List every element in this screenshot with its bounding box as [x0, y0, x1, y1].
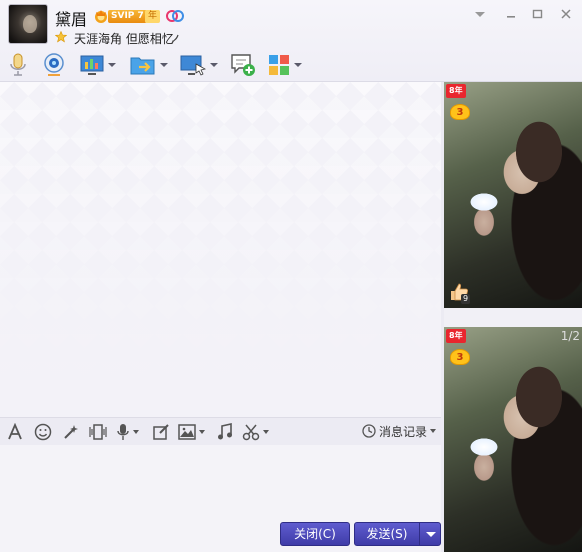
year-tag: 8年 — [446, 329, 466, 343]
apps-icon — [269, 55, 289, 75]
star-icon — [55, 31, 67, 43]
webcam-icon — [44, 53, 64, 76]
signature-edit-icon[interactable] — [170, 33, 180, 45]
emoji-button[interactable] — [34, 422, 52, 442]
panel-divider — [444, 308, 582, 327]
close-icon[interactable] — [558, 6, 574, 22]
file-transfer-icon — [130, 57, 155, 75]
chevron-down-icon — [430, 429, 437, 433]
send-button[interactable]: 发送(S) — [354, 522, 420, 546]
profile-photo[interactable]: 8年 3 1/2 — [444, 327, 582, 552]
video-call-button[interactable] — [42, 52, 66, 78]
screenshot-button[interactable] — [242, 422, 269, 442]
close-button[interactable]: 关闭(C) — [280, 522, 350, 546]
image-icon — [178, 424, 196, 440]
font-icon — [8, 423, 22, 440]
profile-photo[interactable]: 8年 3 9 — [444, 82, 582, 308]
window-shake-button[interactable] — [88, 422, 108, 442]
svip-badge[interactable]: SVIP 7 — [108, 10, 147, 23]
couple-icon[interactable] — [165, 9, 185, 23]
new-discussion-icon — [231, 54, 255, 76]
year-badge[interactable]: 年 — [145, 10, 160, 23]
dropdown-icon[interactable] — [472, 6, 488, 22]
new-discussion-button[interactable] — [230, 52, 256, 78]
file-transfer-button[interactable] — [130, 52, 168, 78]
minimize-icon[interactable] — [503, 6, 519, 22]
remote-desktop-icon — [180, 55, 206, 76]
rank-badge: 3 — [450, 104, 470, 120]
maximize-icon[interactable] — [530, 6, 546, 22]
edit-icon — [153, 424, 169, 440]
screenshot-icon — [242, 424, 260, 441]
year-tag: 8年 — [446, 84, 466, 98]
message-area-fade — [0, 82, 441, 417]
magic-expression-button[interactable] — [62, 422, 80, 442]
screen-share-icon — [80, 55, 104, 75]
page-indicator: 1/2 — [560, 329, 580, 343]
voice-icon — [117, 424, 129, 440]
music-button[interactable] — [216, 422, 234, 442]
like-count: 9 — [461, 294, 471, 304]
voice-message-button[interactable] — [116, 422, 139, 442]
chat-toolbar — [0, 50, 440, 80]
message-history-button[interactable]: 消息记录 — [362, 421, 437, 441]
font-button[interactable] — [6, 422, 24, 442]
shake-icon — [89, 424, 107, 440]
personal-signature[interactable]: 天涯海角 但愿相忆 — [74, 30, 174, 47]
vip-crown-icon[interactable] — [93, 8, 109, 24]
edit-button[interactable] — [152, 422, 170, 442]
send-options-button[interactable] — [419, 522, 441, 546]
contact-nickname[interactable]: 黛眉 — [55, 6, 87, 30]
message-history-label: 消息记录 — [379, 424, 428, 439]
screen-share-button[interactable] — [80, 52, 116, 78]
emoji-icon — [34, 423, 52, 441]
image-button[interactable] — [178, 422, 205, 442]
magic-icon — [64, 425, 78, 439]
avatar[interactable] — [8, 4, 48, 44]
music-icon — [218, 423, 232, 440]
microphone-icon — [10, 53, 26, 76]
voice-call-button[interactable] — [8, 52, 28, 78]
remote-desktop-button[interactable] — [180, 52, 218, 78]
clock-icon — [362, 424, 376, 438]
rank-badge: 3 — [450, 349, 470, 365]
apps-button[interactable] — [268, 52, 302, 78]
